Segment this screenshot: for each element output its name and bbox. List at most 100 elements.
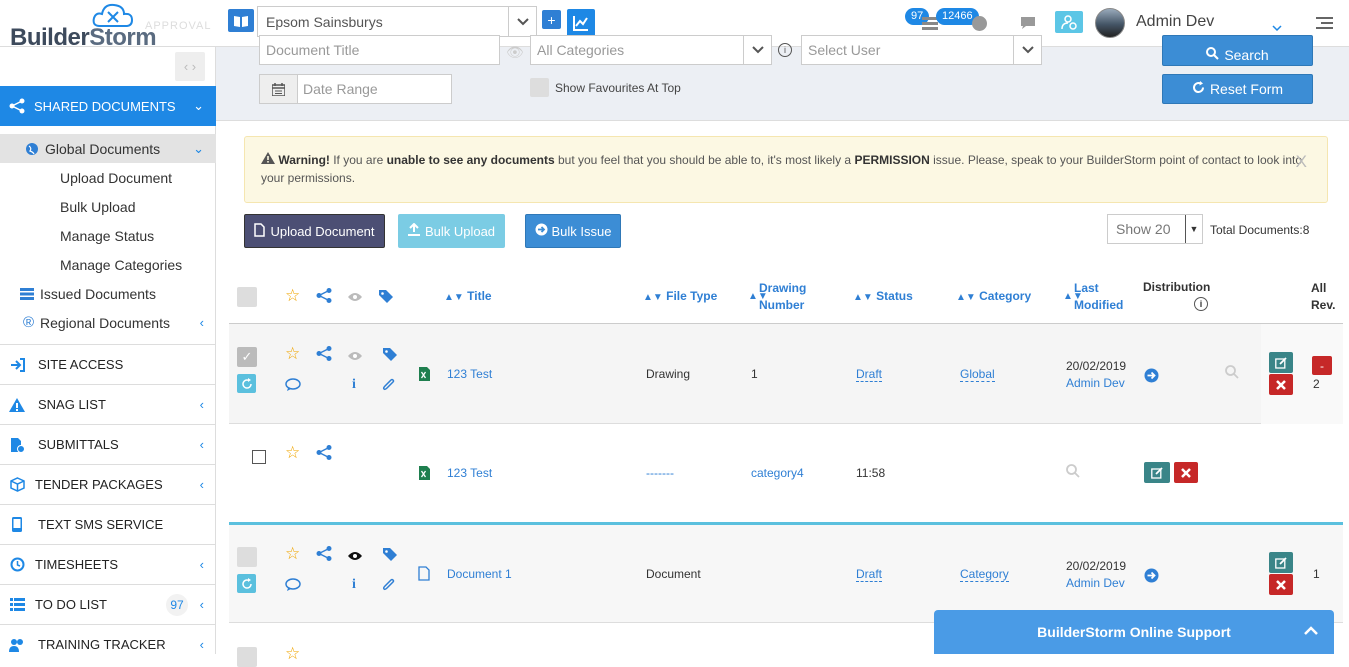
sidebar-item-submittals[interactable]: SUBMITTALS ‹ [0,424,216,464]
user-settings-button[interactable] [1055,11,1083,33]
sidebar-item-training-tracker[interactable]: TRAINING TRACKER ‹ [0,624,216,664]
category-link[interactable]: Global [960,367,995,382]
upload-document-button[interactable]: Upload Document [244,214,385,248]
chat-icon[interactable] [1020,16,1036,33]
favourites-checkbox[interactable] [530,78,549,97]
date-range-field[interactable]: Date Range [259,74,452,104]
column-header-last-modified[interactable]: ▲▼ Last Modified [1063,280,1123,314]
sidebar-item-global-documents[interactable]: Global Documents ⌄ [0,134,216,163]
search-button[interactable]: Search [1162,35,1313,66]
site-select[interactable]: Epsom Sainsburys [257,6,537,37]
sidebar-item-label: Issued Documents [40,285,156,302]
avatar[interactable] [1095,8,1125,38]
last-modified-by[interactable]: Admin Dev [1066,576,1125,590]
sidebar-item-bulk-upload[interactable]: Bulk Upload [0,192,216,221]
edit-button[interactable] [1144,462,1170,483]
sidebar-item-snag-list[interactable]: SNAG LIST ‹ [0,384,216,424]
delete-button[interactable] [1269,374,1293,395]
sidebar-item-issued-documents[interactable]: Issued Documents [0,279,216,308]
sidebar-item-tender-packages[interactable]: TENDER PACKAGES ‹ [0,464,216,504]
sidebar-item-timesheets[interactable]: TIMESHEETS ‹ [0,544,216,584]
refresh-icon[interactable] [237,574,256,593]
star-icon[interactable]: ☆ [285,287,300,304]
info-icon[interactable]: i [352,577,356,592]
category-link[interactable]: Category [960,567,1009,582]
document-title-link[interactable]: 123 Test [447,466,492,480]
distribution-arrow-icon[interactable] [1144,568,1159,586]
info-icon[interactable]: i [352,377,356,392]
category-link[interactable]: category4 [751,466,804,480]
tags-icon[interactable] [378,289,395,306]
share-icon[interactable] [316,346,332,364]
share-icon[interactable] [316,546,332,564]
reset-form-button[interactable]: Reset Form [1162,74,1313,104]
column-header-file-type[interactable]: ▲▼ File Type [643,288,717,306]
user-name[interactable]: Admin Dev [1136,13,1214,31]
book-button[interactable] [228,9,254,32]
last-modified-by[interactable]: Admin Dev [1066,376,1125,390]
alert-icon[interactable] [972,16,987,31]
column-header-category[interactable]: ▲▼ Category [956,288,1031,306]
document-title-link[interactable]: 123 Test [447,367,492,381]
star-icon[interactable]: ☆ [285,545,300,562]
menu-toggle-icon[interactable] [1316,17,1333,33]
bulk-upload-button[interactable]: Bulk Upload [398,214,505,248]
revision-toggle-button[interactable]: - [1312,356,1332,375]
warning-close-button[interactable]: X [1296,153,1307,171]
page-size-select[interactable]: Show 20 ▼ [1107,214,1203,244]
row-checkbox[interactable] [237,547,257,567]
eye-icon[interactable] [347,290,363,305]
select-all-checkbox[interactable] [237,287,257,307]
search-icon[interactable] [1225,365,1239,382]
column-header-title[interactable]: ▲▼ Title [444,288,492,306]
eye-icon[interactable] [347,549,363,564]
column-header-status[interactable]: ▲▼ Status [853,288,913,306]
chart-button[interactable] [567,9,595,37]
builderstorm-logo[interactable]: BuilderStorm [10,2,157,51]
search-icon[interactable] [1066,464,1080,481]
refresh-icon[interactable] [237,374,256,393]
sidebar-shared-documents[interactable]: SHARED DOCUMENTS ⌄ [0,86,216,126]
bulk-issue-button[interactable]: Bulk Issue [525,214,621,248]
document-title-input[interactable]: Document Title [259,35,500,65]
edit-button[interactable] [1269,352,1293,373]
document-title-link[interactable]: Document 1 [447,567,512,581]
tags-icon[interactable] [382,547,399,564]
status-link[interactable]: Draft [856,567,883,582]
distribution-arrow-icon[interactable] [1144,368,1159,386]
star-icon[interactable]: ☆ [285,345,300,362]
user-chevron-down-icon[interactable] [1272,19,1282,34]
sidebar-item-regional-documents[interactable]: ® Regional Documents ‹ [0,308,216,337]
delete-button[interactable] [1269,574,1293,595]
category-select[interactable]: All Categories [530,35,772,65]
comment-icon[interactable] [285,378,301,395]
share-icon[interactable] [316,288,332,306]
row-checkbox[interactable] [252,450,266,464]
paperclip-icon[interactable] [382,577,396,595]
sidebar-item-manage-status[interactable]: Manage Status [0,221,216,250]
info-icon[interactable]: i [1194,297,1208,311]
column-header-drawing-number[interactable]: ▲▼ Drawing Number [748,280,806,314]
delete-button[interactable] [1174,462,1198,483]
sidebar-item-site-access[interactable]: SITE ACCESS [0,344,216,384]
eye-icon[interactable] [347,349,363,364]
sidebar-item-text-sms-service[interactable]: TEXT SMS SERVICE [0,504,216,544]
sidebar-collapse-button[interactable]: ‹ › [175,52,205,81]
share-icon[interactable] [316,445,332,463]
edit-button[interactable] [1269,552,1293,573]
tags-icon[interactable] [382,347,399,364]
chevron-up-icon[interactable] [1304,622,1318,640]
status-link[interactable]: Draft [856,367,883,382]
chevron-down-icon[interactable] [508,7,536,36]
select-user-input[interactable]: Select User [801,35,1042,65]
row-checkbox[interactable] [237,647,257,667]
add-button[interactable]: + [542,10,561,29]
sidebar-item-upload-document[interactable]: Upload Document [0,163,216,192]
row-checkbox[interactable]: ✓ [237,347,257,367]
star-icon[interactable]: ☆ [285,444,300,461]
paperclip-icon[interactable] [382,377,396,395]
online-support-bar[interactable]: BuilderStorm Online Support [934,610,1334,654]
comment-icon[interactable] [285,578,301,595]
sidebar-item-to-do-list[interactable]: TO DO LIST 97 ‹ [0,584,216,624]
sidebar-item-manage-categories[interactable]: Manage Categories [0,250,216,279]
